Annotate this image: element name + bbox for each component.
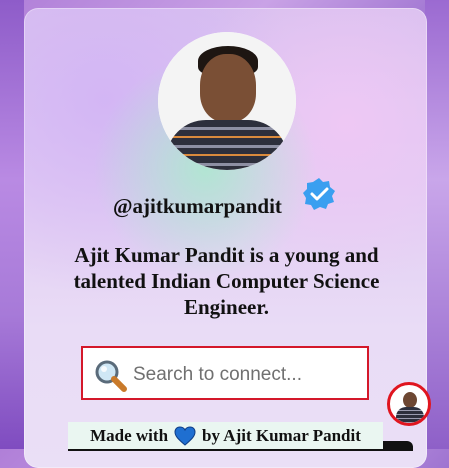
magnifier-icon bbox=[95, 360, 127, 392]
search-box[interactable] bbox=[81, 346, 369, 400]
footer-suffix: by Ajit Kumar Pandit bbox=[202, 425, 361, 445]
footer-credit: Made with by Ajit Kumar Pandit bbox=[68, 422, 383, 449]
handle-row: @ajitkumarpandit bbox=[0, 176, 449, 218]
profile-handle: @ajitkumarpandit bbox=[113, 194, 282, 218]
floating-avatar-button[interactable] bbox=[387, 382, 431, 426]
footer-prefix: Made with bbox=[90, 425, 169, 445]
background-right-panel bbox=[425, 0, 449, 449]
profile-avatar bbox=[158, 32, 296, 170]
search-input[interactable] bbox=[131, 358, 363, 392]
background-left-panel bbox=[0, 0, 24, 449]
profile-bio: Ajit Kumar Pandit is a young and talente… bbox=[73, 243, 380, 319]
heart-icon bbox=[174, 425, 196, 446]
verified-badge-icon bbox=[303, 178, 335, 210]
